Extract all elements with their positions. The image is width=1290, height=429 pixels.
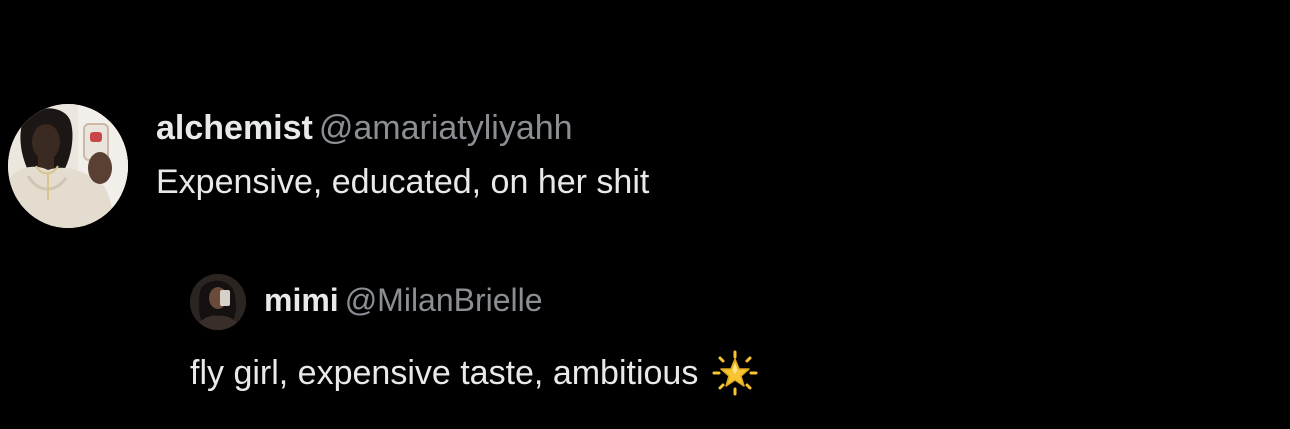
post-header: alchemist @amariatyliyahh [156, 106, 573, 150]
quoted-display-name[interactable]: mimi [264, 282, 339, 318]
quoted-avatar-image [190, 274, 246, 330]
post-text: Expensive, educated, on her shit [156, 163, 650, 201]
user-handle[interactable]: @amariatyliyahh [319, 109, 573, 147]
quoted-post-header: mimi @MilanBrielle [264, 278, 543, 322]
avatar-image [8, 104, 128, 228]
display-name[interactable]: alchemist [156, 109, 313, 147]
main-post[interactable]: alchemist @amariatyliyahh Expensive, educ… [8, 104, 1278, 234]
quoted-user-handle[interactable]: @MilanBrielle [345, 282, 543, 318]
quoted-avatar[interactable] [190, 274, 246, 330]
glowing-star-icon [712, 350, 758, 396]
tweet-screenshot: alchemist @amariatyliyahh Expensive, educ… [0, 0, 1290, 429]
quoted-post-text-row: fly girl, expensive taste, ambitious [190, 350, 758, 396]
avatar[interactable] [8, 104, 128, 228]
quoted-post-text: fly girl, expensive taste, ambitious [190, 354, 699, 392]
quoted-post[interactable]: mimi @MilanBrielle fly girl, expensive ta… [190, 268, 1090, 408]
